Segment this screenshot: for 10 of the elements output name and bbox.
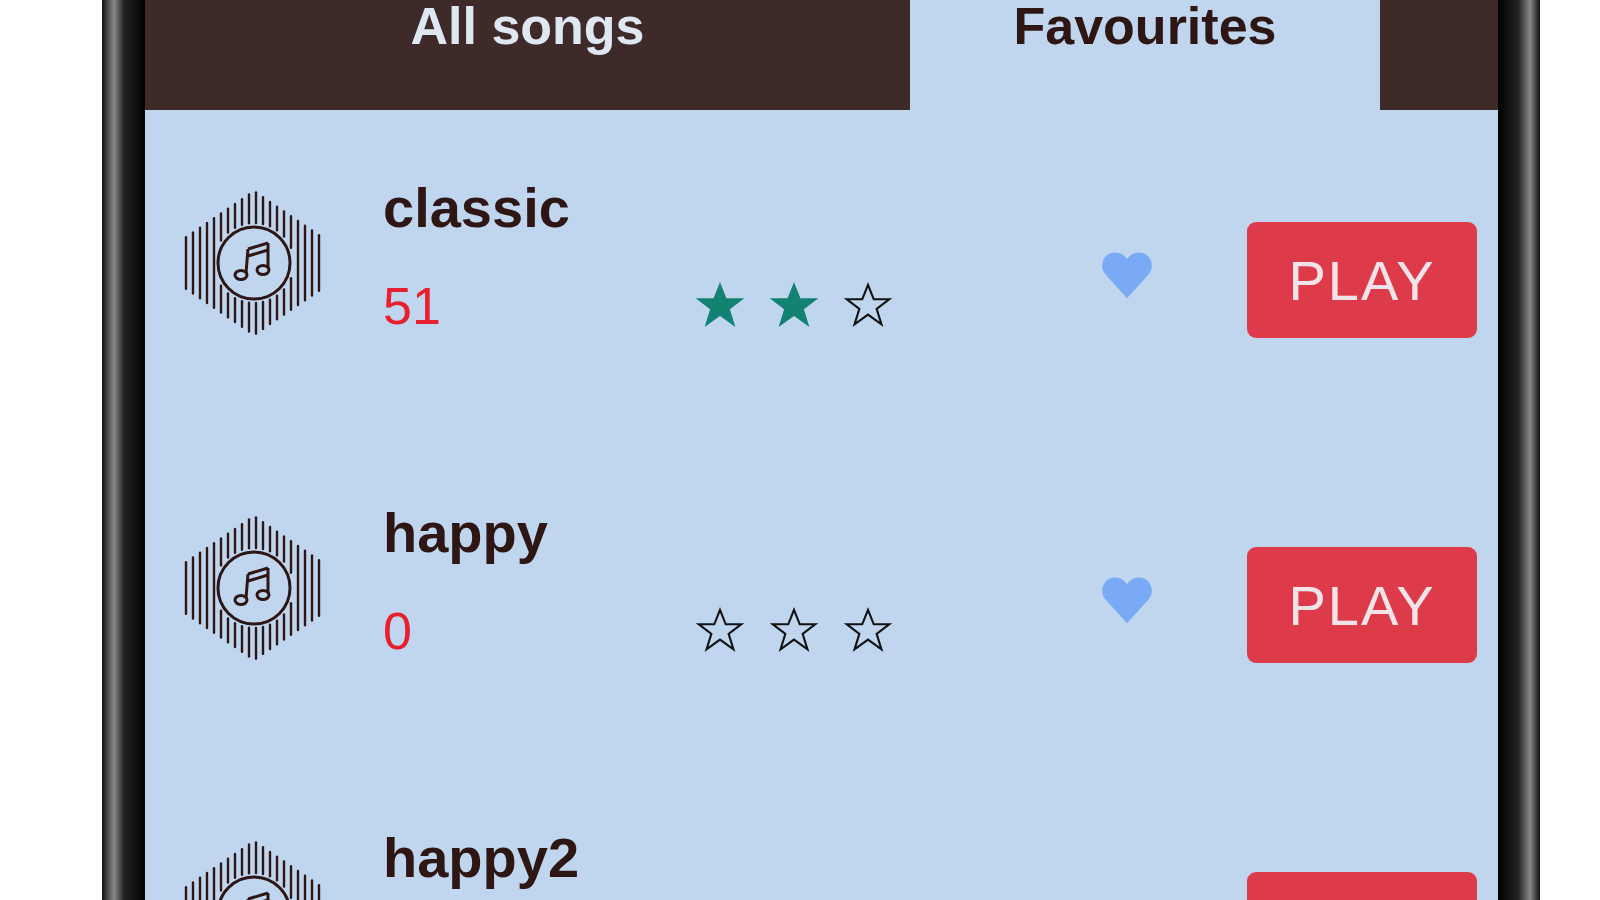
play-count: 0	[383, 603, 412, 659]
heart-icon[interactable]	[1102, 577, 1152, 623]
song-title: classic	[383, 176, 570, 240]
song-title: happy	[383, 501, 548, 565]
play-count: 51	[383, 278, 441, 334]
tab[interactable]: Favourites	[910, 0, 1380, 110]
play-button[interactable]: PLAY	[1247, 547, 1477, 663]
heart-icon[interactable]	[1102, 252, 1152, 298]
song-title: happy2	[383, 826, 580, 890]
play-button[interactable]: PLAY	[1247, 222, 1477, 338]
